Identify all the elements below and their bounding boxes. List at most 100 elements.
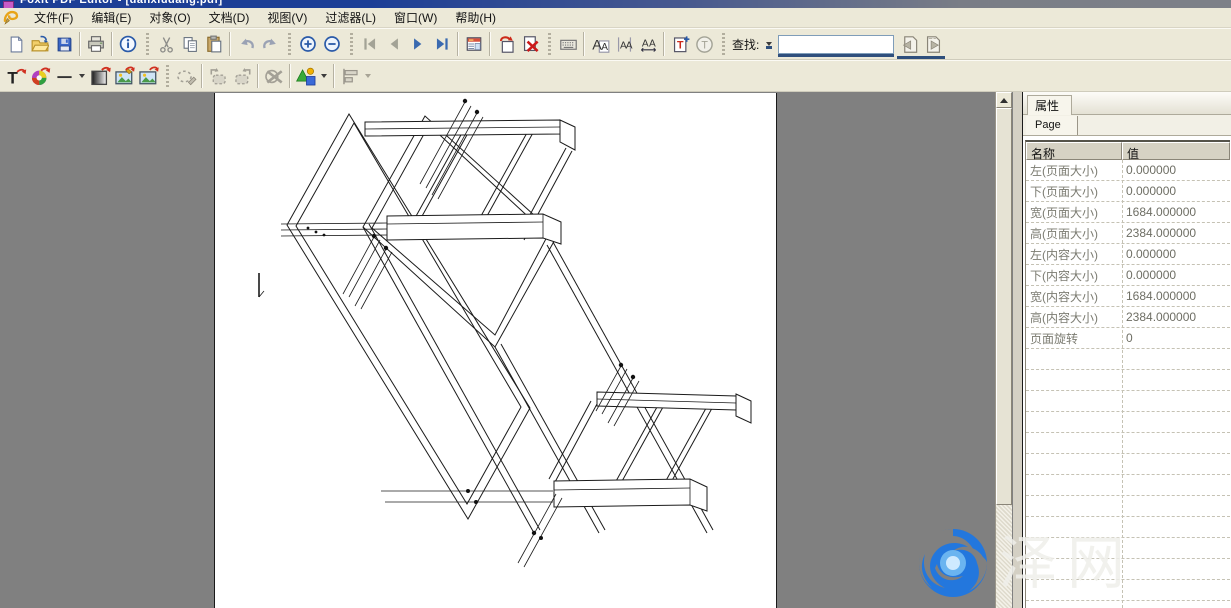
svg-text:A: A xyxy=(648,38,655,49)
previous-page-button[interactable] xyxy=(382,32,406,56)
document-info-button[interactable] xyxy=(116,32,140,56)
toolbar-grip[interactable] xyxy=(288,33,291,55)
add-color-object-button[interactable] xyxy=(28,64,52,88)
paste-button[interactable] xyxy=(202,32,226,56)
column-name[interactable]: 名称 xyxy=(1026,142,1122,160)
scroll-up-button[interactable] xyxy=(996,92,1012,108)
cut-button[interactable] xyxy=(154,32,178,56)
toolbar-grip[interactable] xyxy=(548,33,551,55)
find-history-dropdown[interactable] xyxy=(766,42,772,46)
rotate-object-left-button[interactable] xyxy=(206,64,230,88)
empty-row xyxy=(1026,580,1230,601)
toolbar-grip[interactable] xyxy=(350,33,353,55)
open-button[interactable] xyxy=(28,32,52,56)
toolbar-grip[interactable] xyxy=(146,33,149,55)
new-button[interactable] xyxy=(4,32,28,56)
align-objects-button[interactable] xyxy=(338,64,362,88)
svg-text:A: A xyxy=(641,38,648,49)
tab-page[interactable]: Page xyxy=(1026,116,1078,135)
property-value[interactable]: 1684.000000 xyxy=(1122,205,1230,219)
property-row: 宽(页面大小) 1684.000000 xyxy=(1026,202,1230,223)
panel-splitter[interactable] xyxy=(1013,92,1023,608)
property-value[interactable]: 2384.000000 xyxy=(1122,310,1230,324)
empty-row xyxy=(1026,412,1230,433)
find-next-button[interactable] xyxy=(921,32,945,56)
add-text-button[interactable]: T xyxy=(668,32,692,56)
undo-button[interactable] xyxy=(234,32,258,56)
font-select-button[interactable]: AA xyxy=(588,32,612,56)
keyboard-button[interactable] xyxy=(556,32,580,56)
property-row: 宽(内容大小) 1684.000000 xyxy=(1026,286,1230,307)
save-button[interactable] xyxy=(52,32,76,56)
delete-object-button[interactable] xyxy=(262,64,286,88)
redo-button[interactable] xyxy=(258,32,282,56)
property-value[interactable]: 0.000000 xyxy=(1122,184,1230,198)
property-value[interactable]: 0.000000 xyxy=(1122,247,1230,261)
document-icon[interactable] xyxy=(3,9,20,26)
add-image-object-button[interactable] xyxy=(136,64,160,88)
zoom-in-button[interactable] xyxy=(296,32,320,56)
vertical-scrollbar[interactable] xyxy=(995,92,1012,608)
edit-image-object-button[interactable] xyxy=(112,64,136,88)
main-toolbar: AA AA AA T T 查找: xyxy=(0,28,1231,60)
property-value[interactable]: 0.000000 xyxy=(1122,163,1230,177)
arrow-up-icon xyxy=(1000,98,1008,103)
column-value[interactable]: 值 xyxy=(1122,142,1230,160)
property-row: 下(页面大小) 0.000000 xyxy=(1026,181,1230,202)
char-spacing-button[interactable]: AA xyxy=(636,32,660,56)
rotate-object-right-button[interactable] xyxy=(230,64,254,88)
pdf-page[interactable] xyxy=(214,93,777,608)
find-input[interactable] xyxy=(778,35,894,54)
delete-page-button[interactable] xyxy=(518,32,542,56)
copy-button[interactable] xyxy=(178,32,202,56)
insert-shape-button[interactable] xyxy=(294,64,318,88)
window-title: Foxit PDF Editor - [danxiudang.pdf] xyxy=(20,0,223,6)
properties-tabs: Page xyxy=(1023,115,1231,136)
properties-panel: 属性 Page 名称 值 左(页面大小) 0.000000 下(页面大小) 0.… xyxy=(1023,92,1231,608)
property-name: 左(页面大小) xyxy=(1026,162,1122,179)
menu-window[interactable]: 窗口(W) xyxy=(385,7,446,28)
menu-help[interactable]: 帮助(H) xyxy=(446,7,505,28)
find-previous-button[interactable] xyxy=(897,32,921,56)
edit-object-button[interactable] xyxy=(174,64,198,88)
last-page-button[interactable] xyxy=(430,32,454,56)
toolbar-grip[interactable] xyxy=(722,33,725,55)
next-page-button[interactable] xyxy=(406,32,430,56)
menu-object[interactable]: 对象(O) xyxy=(140,7,199,28)
separator xyxy=(489,32,491,56)
empty-row xyxy=(1026,433,1230,454)
menu-filter[interactable]: 过滤器(L) xyxy=(316,7,385,28)
align-objects-dropdown[interactable] xyxy=(365,74,371,78)
page-layout-button[interactable] xyxy=(462,32,486,56)
insert-shape-dropdown[interactable] xyxy=(321,74,327,78)
zoom-out-button[interactable] xyxy=(320,32,344,56)
scrollbar-thumb[interactable] xyxy=(996,108,1012,505)
property-value[interactable]: 2384.000000 xyxy=(1122,226,1230,240)
property-value[interactable]: 0 xyxy=(1122,331,1230,345)
property-value[interactable]: 1684.000000 xyxy=(1122,289,1230,303)
add-text-object-button[interactable]: T xyxy=(4,64,28,88)
grid-column-divider xyxy=(1122,160,1123,608)
separator xyxy=(111,32,113,56)
menu-file[interactable]: 文件(F) xyxy=(25,7,82,28)
text-tool-disabled-button[interactable]: T xyxy=(692,32,716,56)
property-name: 下(内容大小) xyxy=(1026,267,1122,284)
rotate-page-button[interactable] xyxy=(494,32,518,56)
print-button[interactable] xyxy=(84,32,108,56)
toolbar-grip[interactable] xyxy=(166,65,169,87)
grid-header: 名称 值 xyxy=(1026,142,1230,160)
menu-document[interactable]: 文档(D) xyxy=(200,7,259,28)
bolt-markers xyxy=(307,99,636,540)
add-shading-object-button[interactable] xyxy=(88,64,112,88)
document-area[interactable] xyxy=(0,92,995,608)
line-style-button[interactable] xyxy=(52,64,76,88)
property-row: 左(页面大小) 0.000000 xyxy=(1026,160,1230,181)
font-size-button[interactable]: AA xyxy=(612,32,636,56)
menu-edit[interactable]: 编辑(E) xyxy=(82,7,140,28)
menu-view[interactable]: 视图(V) xyxy=(258,7,316,28)
property-row: 页面旋转 0 xyxy=(1026,328,1230,349)
line-style-dropdown[interactable] xyxy=(79,74,85,78)
property-row: 高(内容大小) 2384.000000 xyxy=(1026,307,1230,328)
first-page-button[interactable] xyxy=(358,32,382,56)
property-value[interactable]: 0.000000 xyxy=(1122,268,1230,282)
